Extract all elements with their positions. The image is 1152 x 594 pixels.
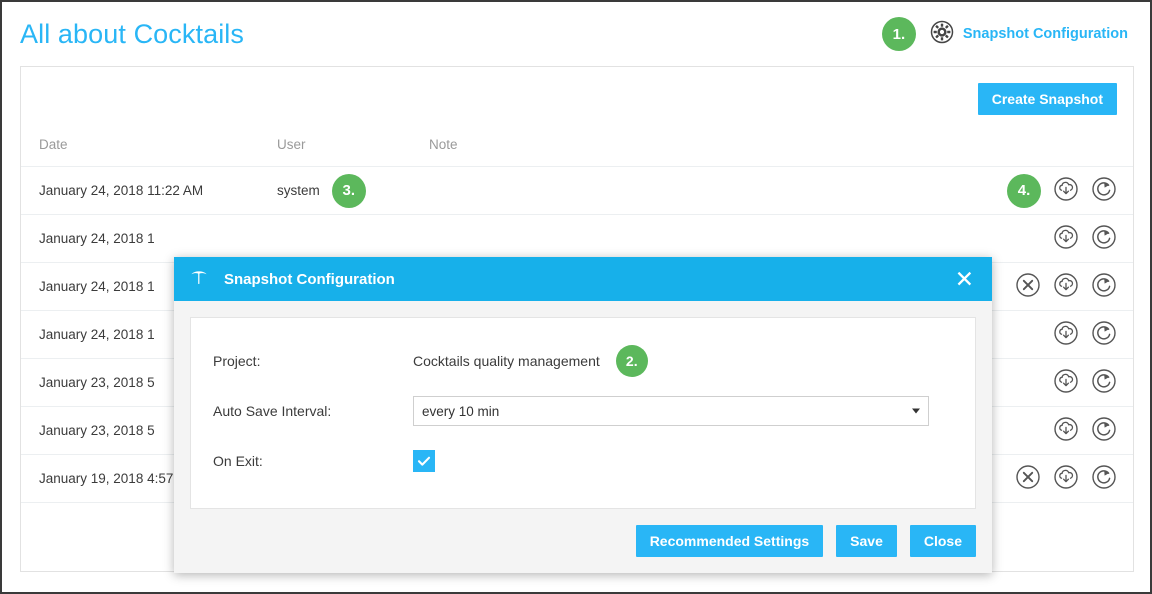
column-header-user[interactable]: User — [277, 131, 429, 167]
cell-user — [277, 215, 429, 263]
snapshot-configuration-dialog: Snapshot Configuration ✕ Project: Cockta… — [174, 257, 992, 573]
restore-icon[interactable] — [1091, 272, 1117, 301]
restore-icon[interactable] — [1091, 464, 1117, 493]
cloud-download-icon[interactable] — [1053, 464, 1079, 493]
row-actions — [829, 224, 1133, 253]
page-header: All about Cocktails 1. — [2, 2, 1150, 66]
restore-icon[interactable] — [1091, 224, 1117, 253]
field-row-auto-save-interval: Auto Save Interval: every 10 min — [213, 386, 953, 436]
auto-save-interval-value-wrap: every 10 min — [413, 396, 953, 426]
delete-icon[interactable] — [1015, 464, 1041, 493]
table-row[interactable]: January 24, 2018 1 — [21, 215, 1133, 263]
dialog-title: Snapshot Configuration — [224, 271, 395, 288]
cell-user: system 3. — [277, 167, 429, 215]
page-title: All about Cocktails — [20, 19, 244, 50]
close-button[interactable]: Close — [910, 525, 976, 557]
restore-icon[interactable] — [1091, 368, 1117, 397]
cell-date: January 24, 2018 1 — [21, 215, 277, 263]
field-row-on-exit: On Exit: — [213, 436, 953, 486]
dialog-body: Project: Cocktails quality management 2.… — [174, 301, 992, 509]
app-logo-icon — [188, 266, 210, 293]
annotation-badge-3: 3. — [332, 174, 366, 208]
gear-icon — [930, 20, 954, 49]
dialog-footer: Recommended Settings Save Close — [174, 509, 992, 573]
cloud-download-icon[interactable] — [1053, 224, 1079, 253]
column-header-date[interactable]: Date — [21, 131, 277, 167]
cell-note — [429, 167, 829, 215]
project-label: Project: — [213, 353, 413, 369]
annotation-badge-4: 4. — [1007, 174, 1041, 208]
create-snapshot-button[interactable]: Create Snapshot — [978, 83, 1117, 115]
restore-icon[interactable] — [1091, 176, 1117, 205]
header-actions: 1. — [882, 17, 1128, 51]
column-header-actions — [829, 131, 1133, 167]
auto-save-interval-select[interactable]: every 10 min — [413, 396, 929, 426]
row-actions: 4. — [829, 174, 1133, 208]
cell-user-inner: system 3. — [277, 174, 429, 208]
field-row-project: Project: Cocktails quality management 2. — [213, 336, 953, 386]
auto-save-interval-selected-value: every 10 min — [422, 404, 499, 419]
restore-icon[interactable] — [1091, 320, 1117, 349]
table-header-row: Date User Note — [21, 131, 1133, 167]
dialog-title-bar: Snapshot Configuration ✕ — [174, 257, 992, 301]
column-header-note[interactable]: Note — [429, 131, 829, 167]
delete-icon[interactable] — [1015, 272, 1041, 301]
user-value: system — [277, 183, 320, 198]
cell-date: January 24, 2018 11:22 AM — [21, 167, 277, 215]
annotation-badge-2: 2. — [616, 345, 648, 377]
snapshot-configuration-link[interactable]: Snapshot Configuration — [930, 20, 1128, 49]
app-window: All about Cocktails 1. — [0, 0, 1152, 594]
cloud-download-icon[interactable] — [1053, 176, 1079, 205]
on-exit-checkbox[interactable] — [413, 450, 435, 472]
restore-icon[interactable] — [1091, 416, 1117, 445]
table-header: Date User Note — [21, 131, 1133, 167]
cell-actions — [829, 215, 1133, 263]
dialog-fields: Project: Cocktails quality management 2.… — [190, 317, 976, 509]
table-row[interactable]: January 24, 2018 11:22 AMsystem 3. 4. — [21, 167, 1133, 215]
snapshot-configuration-label: Snapshot Configuration — [963, 26, 1128, 42]
cloud-download-icon[interactable] — [1053, 272, 1079, 301]
save-button[interactable]: Save — [836, 525, 897, 557]
project-value-wrap: Cocktails quality management 2. — [413, 345, 953, 377]
cloud-download-icon[interactable] — [1053, 368, 1079, 397]
cell-note — [429, 215, 829, 263]
cloud-download-icon[interactable] — [1053, 320, 1079, 349]
auto-save-interval-label: Auto Save Interval: — [213, 403, 413, 419]
panel-toolbar: Create Snapshot — [21, 67, 1133, 131]
annotation-badge-1: 1. — [882, 17, 916, 51]
recommended-settings-button[interactable]: Recommended Settings — [636, 525, 823, 557]
cloud-download-icon[interactable] — [1053, 416, 1079, 445]
close-icon[interactable]: ✕ — [953, 268, 976, 291]
cell-actions: 4. — [829, 167, 1133, 215]
chevron-down-icon — [912, 409, 920, 414]
on-exit-label: On Exit: — [213, 453, 413, 469]
on-exit-value-wrap — [413, 450, 953, 472]
check-icon — [416, 453, 432, 469]
project-value: Cocktails quality management — [413, 353, 600, 369]
